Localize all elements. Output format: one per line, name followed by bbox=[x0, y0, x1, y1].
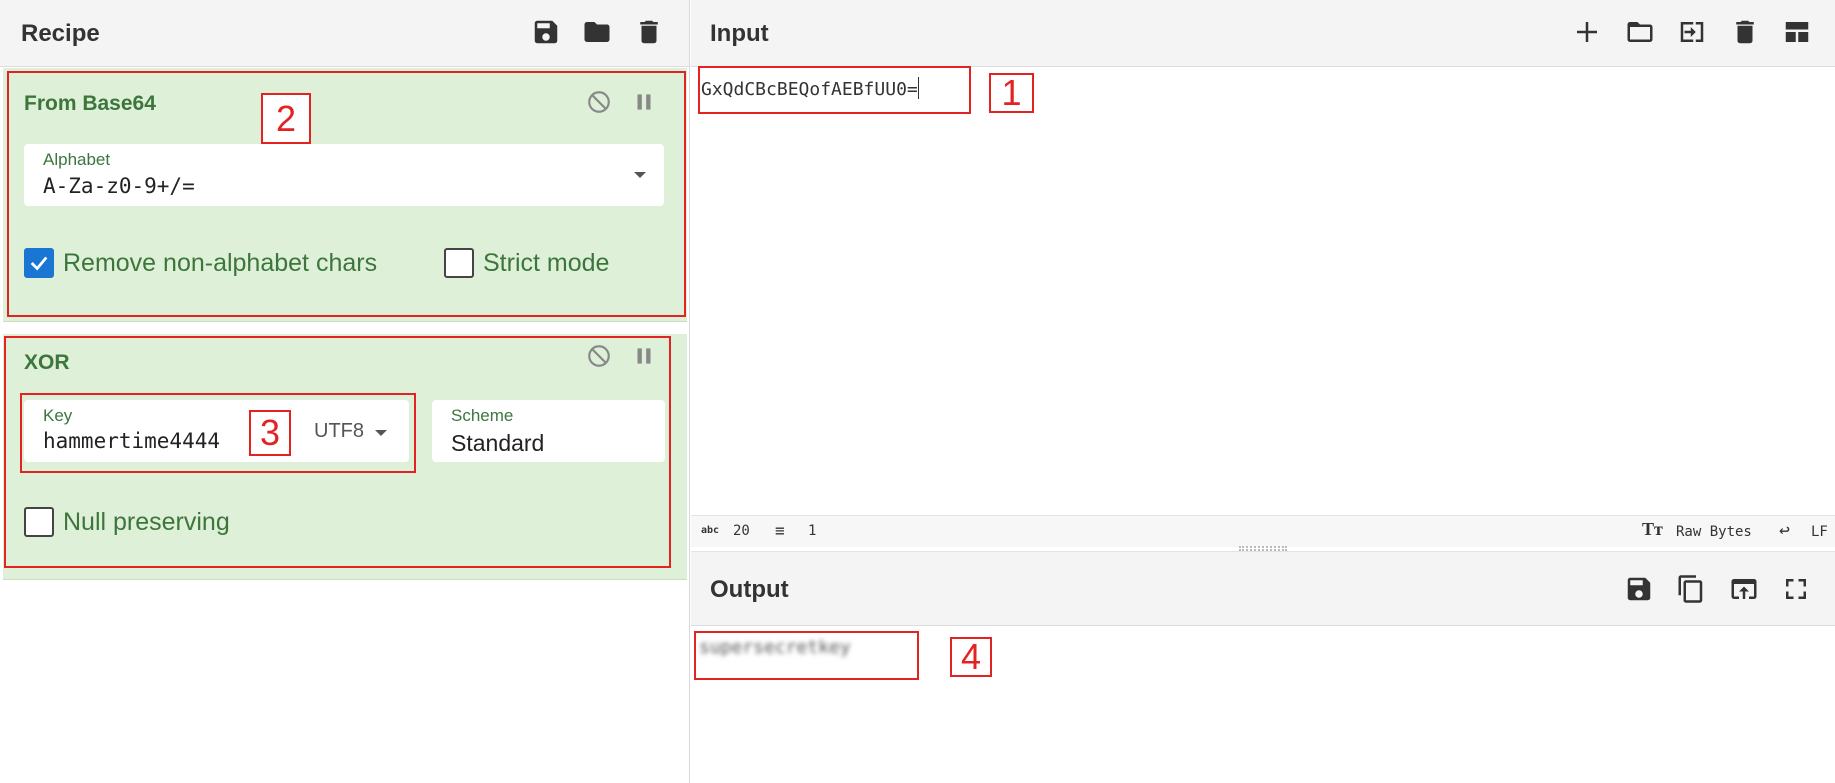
io-pane: Input GxQdCBcBEQofAEBfUU0= abc 20 ≡ 1 Tт… bbox=[691, 0, 1835, 783]
abc-icon: abc bbox=[701, 525, 720, 536]
alphabet-select[interactable]: Alphabet A-Za-z0-9+/= bbox=[24, 144, 664, 206]
checkbox-unchecked-icon[interactable] bbox=[24, 507, 54, 537]
null-preserving-checkbox[interactable]: Null preserving bbox=[24, 507, 230, 537]
input-status-bar: abc 20 ≡ 1 Tт Raw Bytes ↩ LF bbox=[691, 515, 1835, 547]
recipe-pane: Recipe From Base64 Alphabet A-Za-z0-9+/= bbox=[0, 0, 690, 783]
strict-mode-label: Strict mode bbox=[483, 248, 610, 277]
output-textarea[interactable]: supersecretkey bbox=[691, 627, 1835, 783]
output-header: Output bbox=[691, 551, 1835, 626]
key-encoding-dropdown[interactable]: UTF8 bbox=[314, 420, 364, 443]
checkbox-unchecked-icon[interactable] bbox=[444, 248, 474, 278]
checkbox-checked-icon[interactable] bbox=[24, 248, 54, 278]
recipe-header: Recipe bbox=[0, 0, 689, 67]
remove-non-alphabet-label: Remove non-alphabet chars bbox=[63, 248, 378, 277]
char-count: 20 bbox=[733, 523, 750, 539]
clear-input-icon[interactable] bbox=[1727, 14, 1763, 50]
operation-title: XOR bbox=[24, 351, 70, 374]
text-cursor bbox=[917, 77, 919, 99]
input-textarea[interactable]: GxQdCBcBEQofAEBfUU0= bbox=[691, 68, 1835, 512]
remove-non-alphabet-checkbox[interactable]: Remove non-alphabet chars bbox=[24, 248, 377, 278]
text-encoding-icon[interactable]: Tт bbox=[1642, 519, 1663, 540]
reset-layout-icon[interactable] bbox=[1779, 14, 1815, 50]
annotation-label-4: 4 bbox=[950, 636, 992, 677]
add-tab-icon[interactable] bbox=[1569, 14, 1605, 50]
lines-icon: ≡ bbox=[775, 521, 785, 540]
maximise-icon[interactable] bbox=[1778, 571, 1814, 607]
annotation-label-3: 3 bbox=[249, 410, 291, 456]
input-title: Input bbox=[710, 20, 769, 47]
recipe-title: Recipe bbox=[21, 20, 100, 47]
operation-title: From Base64 bbox=[24, 92, 156, 115]
output-title: Output bbox=[710, 576, 789, 603]
replace-input-icon[interactable] bbox=[1726, 571, 1762, 607]
clear-recipe-icon[interactable] bbox=[631, 14, 667, 50]
key-input[interactable]: Key hammertime4444 UTF8 bbox=[24, 400, 409, 462]
scheme-select[interactable]: Scheme Standard bbox=[432, 400, 665, 462]
save-output-icon[interactable] bbox=[1621, 571, 1657, 607]
annotation-label-1: 1 bbox=[989, 72, 1034, 113]
operation-from-base64[interactable]: From Base64 Alphabet A-Za-z0-9+/= Remove… bbox=[3, 68, 687, 322]
null-preserving-label: Null preserving bbox=[63, 507, 230, 536]
eol-value[interactable]: LF bbox=[1811, 524, 1828, 540]
key-label: Key bbox=[43, 406, 73, 425]
save-recipe-icon[interactable] bbox=[528, 14, 564, 50]
scheme-label: Scheme bbox=[451, 406, 514, 425]
annotation-label-2: 2 bbox=[261, 93, 311, 144]
input-header: Input bbox=[691, 0, 1835, 67]
eol-icon[interactable]: ↩ bbox=[1779, 520, 1790, 541]
chevron-down-icon bbox=[375, 430, 387, 436]
input-text: GxQdCBcBEQofAEBfUU0= bbox=[701, 77, 919, 100]
scheme-value: Standard bbox=[451, 430, 545, 456]
input-value: GxQdCBcBEQofAEBfUU0= bbox=[701, 79, 918, 100]
open-file-icon[interactable] bbox=[1622, 14, 1658, 50]
chevron-down-icon bbox=[634, 172, 646, 178]
open-folder-icon[interactable] bbox=[1674, 14, 1710, 50]
encoding-value[interactable]: Raw Bytes bbox=[1676, 524, 1752, 540]
copy-output-icon[interactable] bbox=[1673, 571, 1709, 607]
output-value: supersecretkey bbox=[699, 637, 851, 658]
disable-operation-icon[interactable] bbox=[585, 342, 613, 370]
strict-mode-checkbox[interactable]: Strict mode bbox=[444, 248, 609, 278]
key-encoding-value: UTF8 bbox=[314, 420, 364, 442]
load-recipe-icon[interactable] bbox=[579, 14, 615, 50]
line-count: 1 bbox=[808, 523, 817, 539]
pause-breakpoint-icon[interactable] bbox=[630, 88, 658, 116]
disable-operation-icon[interactable] bbox=[585, 88, 613, 116]
pause-breakpoint-icon[interactable] bbox=[630, 342, 658, 370]
alphabet-value: A-Za-z0-9+/= bbox=[43, 174, 195, 198]
alphabet-label: Alphabet bbox=[43, 150, 111, 169]
key-value: hammertime4444 bbox=[43, 429, 221, 453]
operation-xor[interactable]: XOR Key hammertime4444 UTF8 Scheme Stand… bbox=[3, 334, 687, 580]
